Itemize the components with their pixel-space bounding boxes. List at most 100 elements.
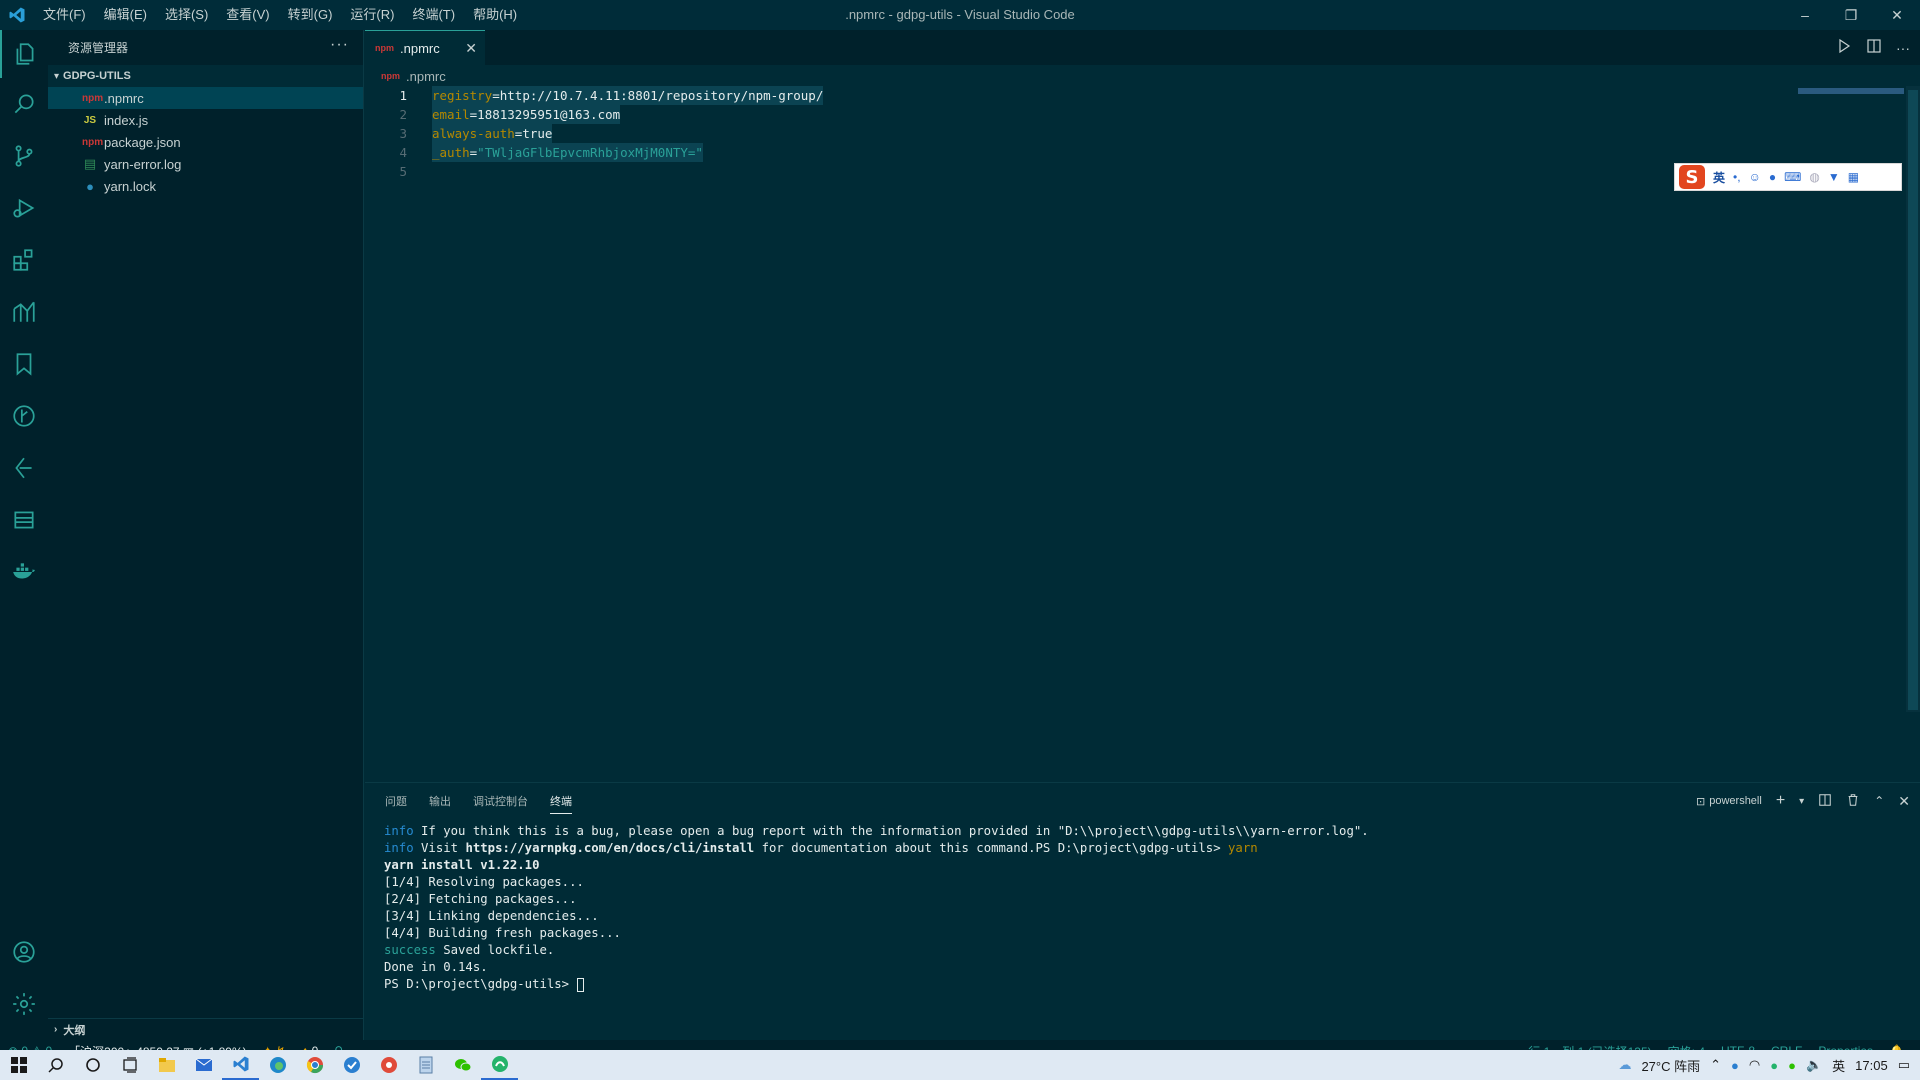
wechat-tray-icon[interactable]: ● [1788, 1058, 1796, 1073]
toolbox-icon[interactable]: ▦ [1848, 170, 1859, 184]
terminal-command: yarn [1228, 841, 1258, 855]
file-name: .npmrc [104, 90, 144, 106]
file-item-index-js[interactable]: JS index.js [48, 109, 363, 131]
tab-npmrc[interactable]: npm .npmrc ✕ [365, 30, 485, 65]
list-icon[interactable] [0, 496, 48, 544]
tab-debug-console[interactable]: 调试控制台 [473, 793, 528, 809]
scrollbar-thumb[interactable] [1908, 90, 1918, 710]
tab-problems[interactable]: 问题 [385, 793, 407, 809]
more-actions-icon[interactable]: ··· [330, 36, 349, 54]
file-item-yarn-lock[interactable]: ● yarn.lock [48, 175, 363, 197]
trash-icon[interactable] [1846, 793, 1860, 810]
chevron-up-icon[interactable]: ⌃ [1710, 1057, 1721, 1073]
menu-go[interactable]: 转到(G) [279, 0, 342, 30]
run-debug-icon[interactable] [0, 184, 48, 232]
vscode-taskbar-icon[interactable] [222, 1050, 259, 1080]
chrome-icon[interactable] [296, 1050, 333, 1080]
file-name: package.json [104, 134, 181, 150]
user-icon[interactable]: ◍ [1809, 170, 1819, 184]
terminal-output[interactable]: info If you think this is a bug, please … [384, 823, 1369, 993]
explorer-icon[interactable] [0, 30, 48, 78]
settings-gear-icon[interactable] [0, 980, 48, 1028]
feishu-icon[interactable] [333, 1050, 370, 1080]
tab-terminal[interactable]: 终端 [550, 788, 572, 814]
start-icon[interactable] [0, 1050, 37, 1080]
menu-file[interactable]: 文件(F) [34, 0, 95, 30]
ime-indicator[interactable]: 英 [1832, 1056, 1845, 1075]
weather-icon[interactable]: ☁ [1618, 1057, 1631, 1073]
tab-output[interactable]: 输出 [429, 793, 451, 809]
shell-name: powershell [1709, 795, 1762, 807]
terminal-selector[interactable]: ⊡ powershell [1696, 795, 1762, 808]
wechat-icon[interactable] [444, 1050, 481, 1080]
search-icon[interactable] [0, 80, 48, 128]
run-icon[interactable] [1836, 38, 1852, 57]
volume-icon[interactable]: 🔈 [1806, 1057, 1822, 1073]
sogou-logo-icon[interactable]: S [1679, 165, 1705, 189]
more-actions-icon[interactable]: ··· [1896, 40, 1910, 56]
minimize-button[interactable]: – [1782, 0, 1828, 30]
menu-selection[interactable]: 选择(S) [156, 0, 217, 30]
folder-header[interactable]: ▾ GDPG-UTILS [48, 65, 363, 87]
bookmark-icon[interactable] [0, 340, 48, 388]
menu-terminal[interactable]: 终端(T) [403, 0, 464, 30]
skin-icon[interactable]: ▼ [1828, 170, 1840, 184]
extensions-icon[interactable] [0, 236, 48, 284]
graph-icon[interactable] [0, 288, 48, 336]
punctuation-icon[interactable]: •, [1733, 170, 1741, 184]
maximize-panel-icon[interactable]: ⌃ [1874, 794, 1884, 808]
notepad-icon[interactable] [407, 1050, 444, 1080]
close-panel-icon[interactable]: ✕ [1898, 793, 1910, 810]
menu-help[interactable]: 帮助(H) [464, 0, 526, 30]
git-history-icon[interactable] [0, 392, 48, 440]
editor-scrollbar[interactable] [1906, 86, 1920, 712]
emoji-icon[interactable]: ☺ [1749, 170, 1761, 184]
chevron-right-icon: › [54, 1024, 58, 1035]
docker-icon[interactable] [0, 548, 48, 596]
minimap[interactable] [1798, 88, 1904, 94]
file-item-yarn-error-log[interactable]: ▤ yarn-error.log [48, 153, 363, 175]
split-terminal-icon[interactable] [1818, 793, 1832, 810]
remote-icon[interactable] [0, 444, 48, 492]
tray-app-icon[interactable]: ● [1731, 1058, 1739, 1073]
file-item-npmrc[interactable]: npm .npmrc [48, 87, 363, 109]
close-tab-icon[interactable]: ✕ [465, 40, 477, 57]
file-name: yarn.lock [104, 178, 157, 194]
code-line: _auth="TWljaGFlbEpvcmRhbjoxMjM0NTY=" [432, 143, 703, 162]
mail-icon[interactable] [185, 1050, 222, 1080]
menu-run[interactable]: 运行(R) [341, 0, 403, 30]
split-editor-icon[interactable] [1866, 38, 1882, 57]
line-number: 1 [399, 88, 407, 103]
microphone-icon[interactable]: ● [1769, 170, 1776, 184]
tray-green-icon[interactable]: ● [1770, 1058, 1778, 1073]
chevron-down-icon[interactable]: ▾ [1799, 796, 1804, 807]
file-explorer-icon[interactable] [148, 1050, 185, 1080]
line-number: 5 [399, 164, 407, 179]
clock[interactable]: 17:05 [1855, 1058, 1888, 1073]
keyboard-icon[interactable]: ⌨ [1784, 170, 1801, 184]
cortana-icon[interactable] [74, 1050, 111, 1080]
source-control-icon[interactable] [0, 132, 48, 180]
account-icon[interactable] [0, 928, 48, 976]
close-window-button[interactable]: ✕ [1874, 0, 1920, 30]
restore-button[interactable]: ❐ [1828, 0, 1874, 30]
menu-edit[interactable]: 编辑(E) [95, 0, 156, 30]
terminal-prefix: info [384, 824, 414, 838]
breadcrumb-file[interactable]: .npmrc [406, 69, 446, 84]
outline-section[interactable]: › 大纲 [48, 1018, 363, 1040]
terminal-link[interactable]: https://yarnpkg.com/en/docs/cli/install [465, 841, 754, 855]
new-terminal-icon[interactable]: + [1776, 792, 1785, 810]
app-red-icon[interactable] [370, 1050, 407, 1080]
wifi-icon[interactable]: ◠ [1749, 1057, 1760, 1073]
terminal-app-icon[interactable] [481, 1050, 518, 1080]
search-icon[interactable] [37, 1050, 74, 1080]
menu-view[interactable]: 查看(V) [217, 0, 278, 30]
panel-tabs: 问题 输出 调试控制台 终端 [385, 783, 572, 819]
file-item-package-json[interactable]: npm package.json [48, 131, 363, 153]
edge-icon[interactable] [259, 1050, 296, 1080]
terminal-prefix: info [384, 841, 414, 855]
ime-lang[interactable]: 英 [1713, 169, 1725, 186]
action-center-icon[interactable]: ▭ [1898, 1057, 1910, 1073]
weather-text[interactable]: 27°C 阵雨 [1641, 1056, 1700, 1075]
task-view-icon[interactable] [111, 1050, 148, 1080]
